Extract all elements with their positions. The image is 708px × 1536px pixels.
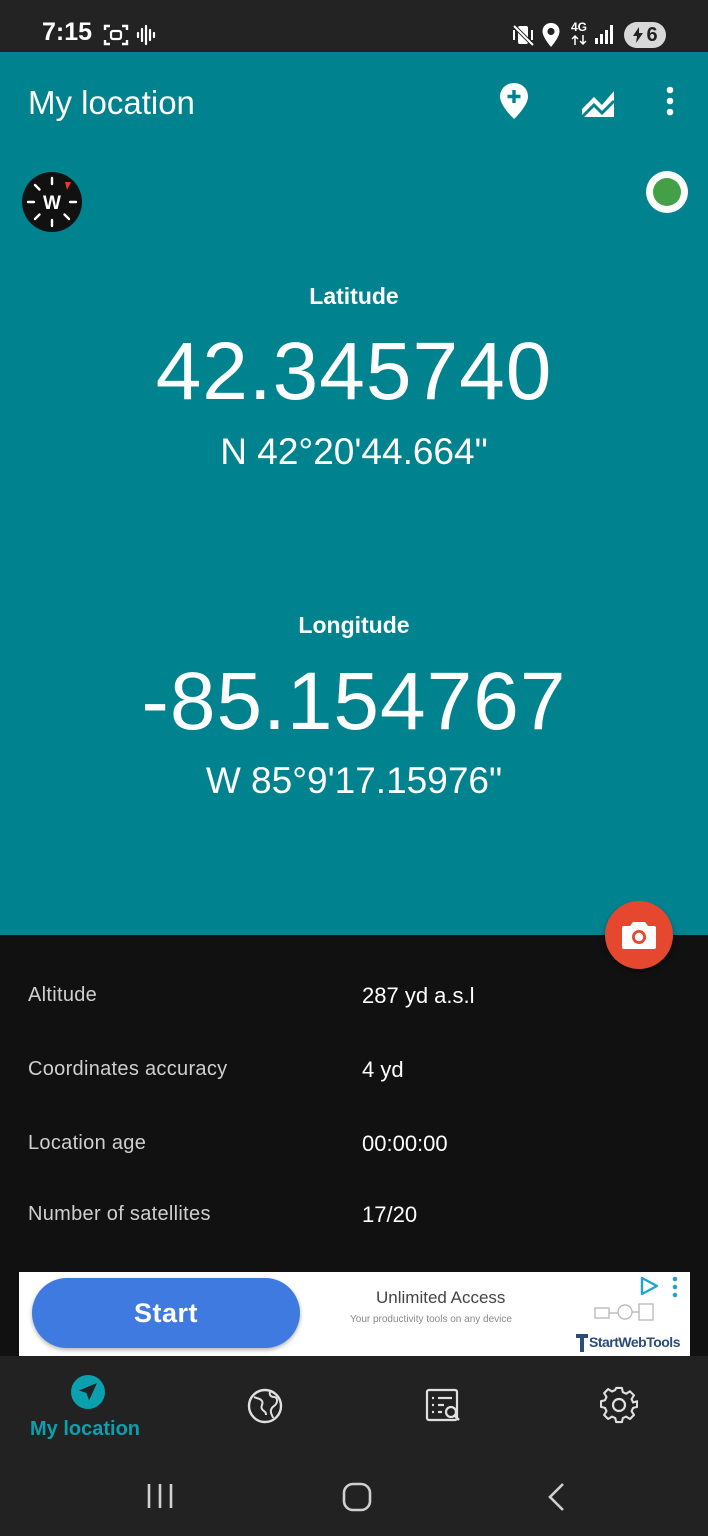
screenshot-icon <box>103 24 129 46</box>
latitude-value[interactable]: 42.345740 <box>0 325 708 419</box>
nav-item-settings[interactable] <box>599 1386 639 1429</box>
longitude-label: Longitude <box>298 612 410 638</box>
ad-choices-icon[interactable] <box>639 1276 661 1296</box>
list-search-icon <box>425 1388 460 1422</box>
altitude-value: 287 yd a.s.l <box>362 983 475 1008</box>
add-location-button[interactable] <box>494 81 534 121</box>
latitude-label: Latitude <box>309 283 399 309</box>
data-activity-icon <box>571 34 587 46</box>
chart-button[interactable] <box>577 83 619 123</box>
nav-item-map[interactable] <box>246 1387 284 1430</box>
location-age-label: Location age <box>28 1132 147 1154</box>
globe-icon <box>247 1388 283 1424</box>
satellites-label: Number of satellites <box>28 1203 211 1225</box>
more-vert-icon <box>666 86 674 116</box>
more-options-button[interactable] <box>650 81 690 121</box>
ad-illustration-icon <box>594 1303 654 1321</box>
longitude-value[interactable]: -85.154767 <box>0 655 708 749</box>
battery-charging-icon <box>633 27 644 43</box>
signal-icon <box>595 25 613 44</box>
ad-start-button[interactable]: Start <box>32 1278 300 1348</box>
compass-direction: W <box>43 193 61 214</box>
accuracy-label: Coordinates accuracy <box>28 1058 228 1080</box>
camera-button[interactable] <box>605 901 673 969</box>
nav-item-my-location[interactable] <box>70 1374 106 1415</box>
voice-recorder-icon <box>136 24 156 46</box>
recent-apps-icon[interactable] <box>145 1482 175 1510</box>
location-age-value: 00:00:00 <box>362 1131 448 1156</box>
latitude-dms: N 42°20'44.664" <box>220 431 488 472</box>
ad-brand: StartWebTools <box>589 1334 681 1350</box>
add-location-icon <box>500 83 528 119</box>
battery-indicator: 6 <box>624 22 666 48</box>
navigation-arrow-icon <box>71 1375 105 1409</box>
gear-icon <box>599 1386 639 1424</box>
location-pin-icon <box>542 23 560 47</box>
compass-widget[interactable]: W <box>21 171 83 233</box>
battery-level: 6 <box>646 23 658 46</box>
network-type: 4G <box>571 20 588 34</box>
longitude-dms: W 85°9'17.15976" <box>205 760 503 801</box>
gps-fix-indicator <box>646 171 688 213</box>
nav-item-saved-locations[interactable] <box>424 1387 462 1430</box>
back-icon[interactable] <box>544 1481 568 1513</box>
page-title: My location <box>28 84 195 121</box>
compass-icon: W <box>22 172 82 232</box>
nav-label-my-location[interactable]: My location <box>30 1418 140 1441</box>
gps-fix-dot <box>653 178 681 206</box>
home-icon[interactable] <box>341 1481 373 1513</box>
status-time: 7:15 <box>42 18 93 46</box>
ad-headline: Unlimited Access <box>376 1288 506 1307</box>
coordinates-panel <box>0 148 708 935</box>
altitude-label: Altitude <box>28 984 98 1006</box>
chart-icon <box>580 91 616 119</box>
ad-brand-logo-icon <box>576 1334 588 1352</box>
accuracy-value: 4 yd <box>362 1057 404 1082</box>
ad-menu-icon[interactable] <box>671 1276 679 1298</box>
ad-subline: Your productivity tools on any device <box>350 1314 512 1325</box>
camera-icon <box>622 922 656 949</box>
vibrate-mute-icon <box>512 24 535 47</box>
satellites-value: 17/20 <box>362 1202 418 1227</box>
ad-banner[interactable]: Start Unlimited Access Your productivity… <box>19 1272 690 1356</box>
